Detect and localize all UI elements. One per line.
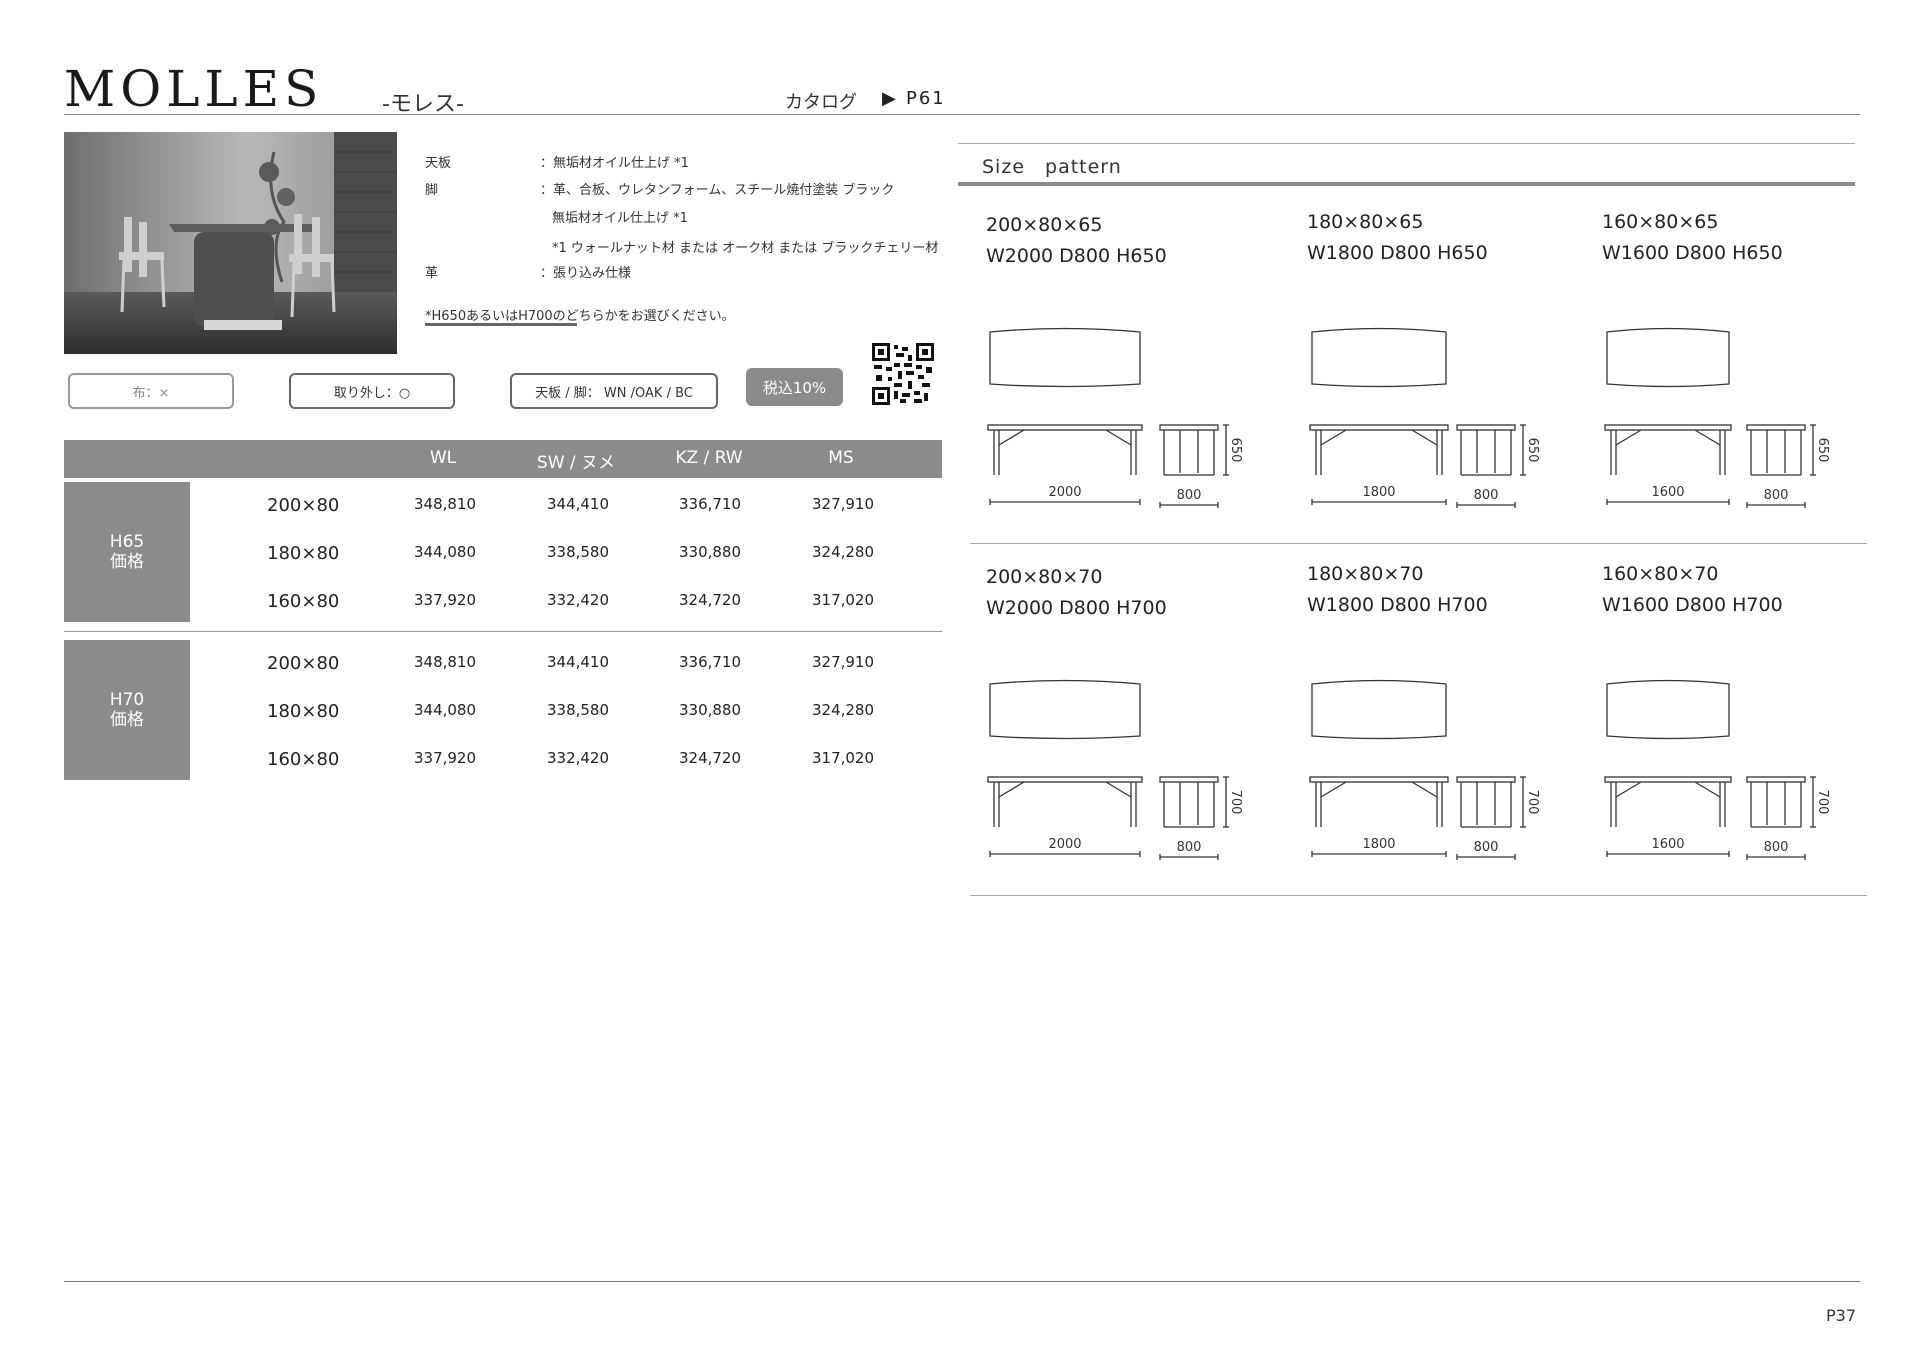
- table-top-view: [1311, 327, 1447, 388]
- height-dimension-label: 650: [1525, 438, 1540, 463]
- height-dimension-label: 700: [1228, 790, 1243, 815]
- table-side-top: [1159, 424, 1219, 431]
- table-top-view: [989, 327, 1141, 388]
- table-brace: [998, 781, 1025, 798]
- table-side-top: [1456, 424, 1516, 431]
- width-dimension-label: 2000: [1048, 837, 1081, 852]
- width-dimension-label: 1600: [1651, 485, 1684, 500]
- width-dimension-label: 1600: [1651, 837, 1684, 852]
- technical-drawings: 2000 800 650 1800 800 650 1600 800 650 2000 800 700…: [987, 327, 1830, 860]
- depth-dimension-label: 800: [1764, 488, 1789, 503]
- width-dimension-label: 1800: [1362, 485, 1395, 500]
- table-top-view: [1311, 679, 1447, 740]
- table-top-view: [989, 679, 1141, 740]
- table-brace: [1411, 781, 1438, 798]
- width-dimension-label: 2000: [1048, 485, 1081, 500]
- table-front-top: [1309, 776, 1449, 783]
- table-brace: [1320, 429, 1347, 446]
- height-dimension-label: 650: [1228, 438, 1243, 463]
- table-front-top: [987, 424, 1143, 431]
- table-front-top: [987, 776, 1143, 783]
- table-front-top: [1604, 424, 1732, 431]
- depth-dimension-label: 800: [1764, 840, 1789, 855]
- table-brace: [998, 429, 1025, 446]
- table-brace: [1615, 429, 1642, 446]
- table-brace: [1694, 429, 1721, 446]
- depth-dimension-label: 800: [1177, 488, 1202, 503]
- table-brace: [1411, 429, 1438, 446]
- depth-dimension-label: 800: [1177, 840, 1202, 855]
- footer-divider: [64, 1281, 1860, 1282]
- width-dimension-label: 1800: [1362, 837, 1395, 852]
- table-brace: [1105, 429, 1132, 446]
- table-front-top: [1604, 776, 1732, 783]
- table-top-view: [1606, 327, 1730, 388]
- table-brace: [1320, 781, 1347, 798]
- depth-dimension-label: 800: [1474, 840, 1499, 855]
- height-dimension-label: 700: [1815, 790, 1830, 815]
- table-side-top: [1746, 424, 1806, 431]
- height-dimension-label: 650: [1815, 438, 1830, 463]
- table-brace: [1105, 781, 1132, 798]
- height-dimension-label: 700: [1525, 790, 1540, 815]
- table-brace: [1694, 781, 1721, 798]
- table-side-top: [1746, 776, 1806, 783]
- page-number: P37: [1825, 1306, 1856, 1325]
- depth-dimension-label: 800: [1474, 488, 1499, 503]
- table-brace: [1615, 781, 1642, 798]
- table-side-top: [1159, 776, 1219, 783]
- table-front-top: [1309, 424, 1449, 431]
- table-side-top: [1456, 776, 1516, 783]
- table-top-view: [1606, 679, 1730, 740]
